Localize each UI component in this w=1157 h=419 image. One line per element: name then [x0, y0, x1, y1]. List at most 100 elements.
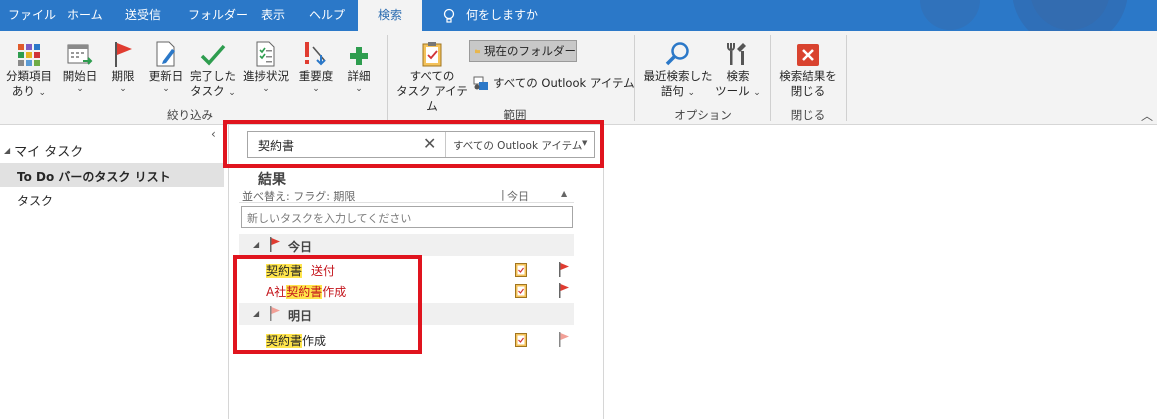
due-button[interactable]: 期限 ⌄ [104, 37, 142, 94]
start-date-button[interactable]: 開始日 ⌄ [58, 37, 102, 94]
tab-view[interactable]: 表示 [261, 0, 287, 31]
nav-item-tasks[interactable]: タスク [0, 187, 224, 211]
tab-folder[interactable]: フォルダー [188, 0, 248, 31]
magnifier-icon [665, 42, 689, 66]
ribbon: 分類項目 あり ⌄ 開始日 ⌄ 期限 ⌄ 更新日 ⌄ 完了した タスク ⌄ 進捗… [0, 31, 1157, 125]
button-label: あり [11, 84, 35, 98]
categorize-icon [18, 44, 40, 66]
chevron-down-icon: ⌄ [753, 88, 761, 98]
group-label-options: オプション [674, 108, 732, 122]
button-label: 最近検索した [643, 69, 713, 83]
button-label: 現在のフォルダー [484, 44, 576, 58]
chevron-down-icon: ⌄ [119, 84, 127, 94]
chevron-down-icon: ⌄ [355, 84, 363, 94]
button-label: すべての [409, 69, 455, 83]
flag-icon[interactable] [558, 283, 570, 298]
new-task-input[interactable]: 新しいタスクを入力してください [241, 206, 573, 228]
modified-icon [156, 41, 175, 67]
collapse-triangle-icon: ◢ [253, 240, 260, 249]
sort-ascending-icon: ▲ [561, 189, 568, 198]
collapse-pane-icon[interactable]: ‹ [211, 127, 216, 141]
flag-icon[interactable] [558, 332, 570, 347]
button-label: 開始日 [62, 69, 98, 83]
button-label: 検索 [726, 69, 750, 83]
task-icon [515, 284, 527, 298]
modified-button[interactable]: 更新日 ⌄ [145, 37, 187, 94]
flag-icon [270, 237, 280, 252]
expand-triangle-icon: ◢ [4, 146, 11, 155]
tell-me-box[interactable]: 何をしますか [466, 0, 538, 31]
background-decoration [920, 0, 1128, 31]
button-label: 完了した [190, 69, 236, 83]
progress-button[interactable]: 進捗状況 ⌄ [240, 37, 292, 94]
tab-file[interactable]: ファイル [8, 0, 56, 31]
tools-icon [727, 43, 746, 65]
tab-search[interactable]: 検索 [358, 0, 422, 31]
tab-help[interactable]: ヘルプ [309, 0, 345, 31]
chevron-down-icon: ⌄ [262, 84, 270, 94]
nav-item-label: タスク [17, 194, 54, 208]
group-separator [387, 35, 388, 121]
progress-icon [256, 41, 275, 67]
start-date-icon [67, 44, 93, 65]
lightbulb-icon [443, 8, 455, 23]
chevron-down-icon: ⌄ [162, 84, 170, 94]
importance-button[interactable]: 重要度 ⌄ [295, 37, 337, 94]
sort-label: 並べ替え: フラグ: 期限 [242, 190, 356, 203]
button-label: 重要度 [298, 69, 334, 83]
folder-pane: ‹ ◢ マイ タスク To Do バーのタスク リスト タスク [0, 125, 229, 419]
collapse-ribbon-icon[interactable]: ︿ [1141, 107, 1153, 124]
group-header-today[interactable]: ◢ 今日 [239, 234, 574, 256]
nav-item-label: To Do バーのタスク リスト [17, 170, 171, 184]
folder-icon [475, 49, 480, 54]
button-label: 詳細 [347, 69, 371, 83]
task-list-pane: 契約書 ✕ すべての Outlook アイテム ▼ 結果 並べ替え: フラグ: … [223, 120, 604, 419]
chevron-down-icon: ⌄ [312, 84, 320, 94]
button-label: 期限 [111, 69, 135, 83]
check-icon [200, 44, 226, 66]
tab-send-receive[interactable]: 送受信 [125, 0, 165, 31]
my-tasks-section[interactable]: ◢ マイ タスク [4, 141, 83, 160]
group-label: 今日 [288, 240, 313, 254]
task-icon [515, 263, 527, 277]
all-outlook-items-button[interactable]: すべての Outlook アイテム [473, 75, 635, 91]
button-label: 更新日 [148, 69, 184, 83]
results-title: 結果 [258, 172, 286, 188]
completed-tasks-button[interactable]: 完了した タスク ⌄ [189, 37, 237, 99]
button-label: 分類項目 [6, 69, 52, 83]
current-folder-button[interactable]: 現在のフォルダー [469, 40, 577, 62]
chevron-down-icon: ⌄ [687, 88, 696, 98]
flag-icon [115, 42, 132, 67]
more-button[interactable]: 詳細 ⌄ [340, 37, 378, 94]
sort-today-label: 今日 [507, 190, 529, 203]
button-label: 検索結果を [779, 69, 837, 83]
button-label: 進捗状況 [243, 69, 289, 83]
recent-searches-button[interactable]: 最近検索した 語句 ⌄ [640, 37, 716, 99]
search-tools-button[interactable]: 検索 ツール ⌄ [714, 37, 762, 99]
tab-home[interactable]: ホーム [67, 0, 103, 31]
flag-icon[interactable] [558, 262, 570, 277]
nav-item-todo-bar[interactable]: To Do バーのタスク リスト [0, 163, 224, 187]
close-search-button[interactable]: 検索結果を 閉じる [774, 37, 842, 99]
button-label: 閉じる [790, 84, 826, 98]
chevron-down-icon: ⌄ [38, 88, 47, 98]
group-label-refine: 絞り込み [167, 108, 213, 122]
plus-icon [350, 47, 368, 65]
chevron-down-icon: ⌄ [228, 88, 236, 98]
ribbon-tab-bar: ファイル ホーム 送受信 フォルダー 表示 ヘルプ 検索 何をしますか [0, 0, 1157, 31]
categorized-button[interactable]: 分類項目 あり ⌄ [3, 37, 55, 99]
group-separator [770, 35, 771, 121]
group-separator [634, 35, 635, 121]
button-label: タスク [190, 84, 225, 98]
results-highlight-frame [233, 255, 422, 354]
section-label: マイ タスク [14, 145, 84, 160]
sort-header[interactable]: 並べ替え: フラグ: 期限 | 今日 ▲ [239, 187, 574, 203]
clipboard-task-icon [422, 42, 442, 67]
importance-icon [305, 42, 326, 66]
button-label: 語句 [660, 84, 684, 98]
chevron-down-icon: ⌄ [76, 84, 84, 94]
all-task-items-button[interactable]: すべての タスク アイテム [394, 37, 470, 114]
button-label: すべての Outlook アイテム [493, 76, 635, 90]
button-label: ツール [715, 84, 750, 98]
search-highlight-frame [223, 120, 604, 168]
